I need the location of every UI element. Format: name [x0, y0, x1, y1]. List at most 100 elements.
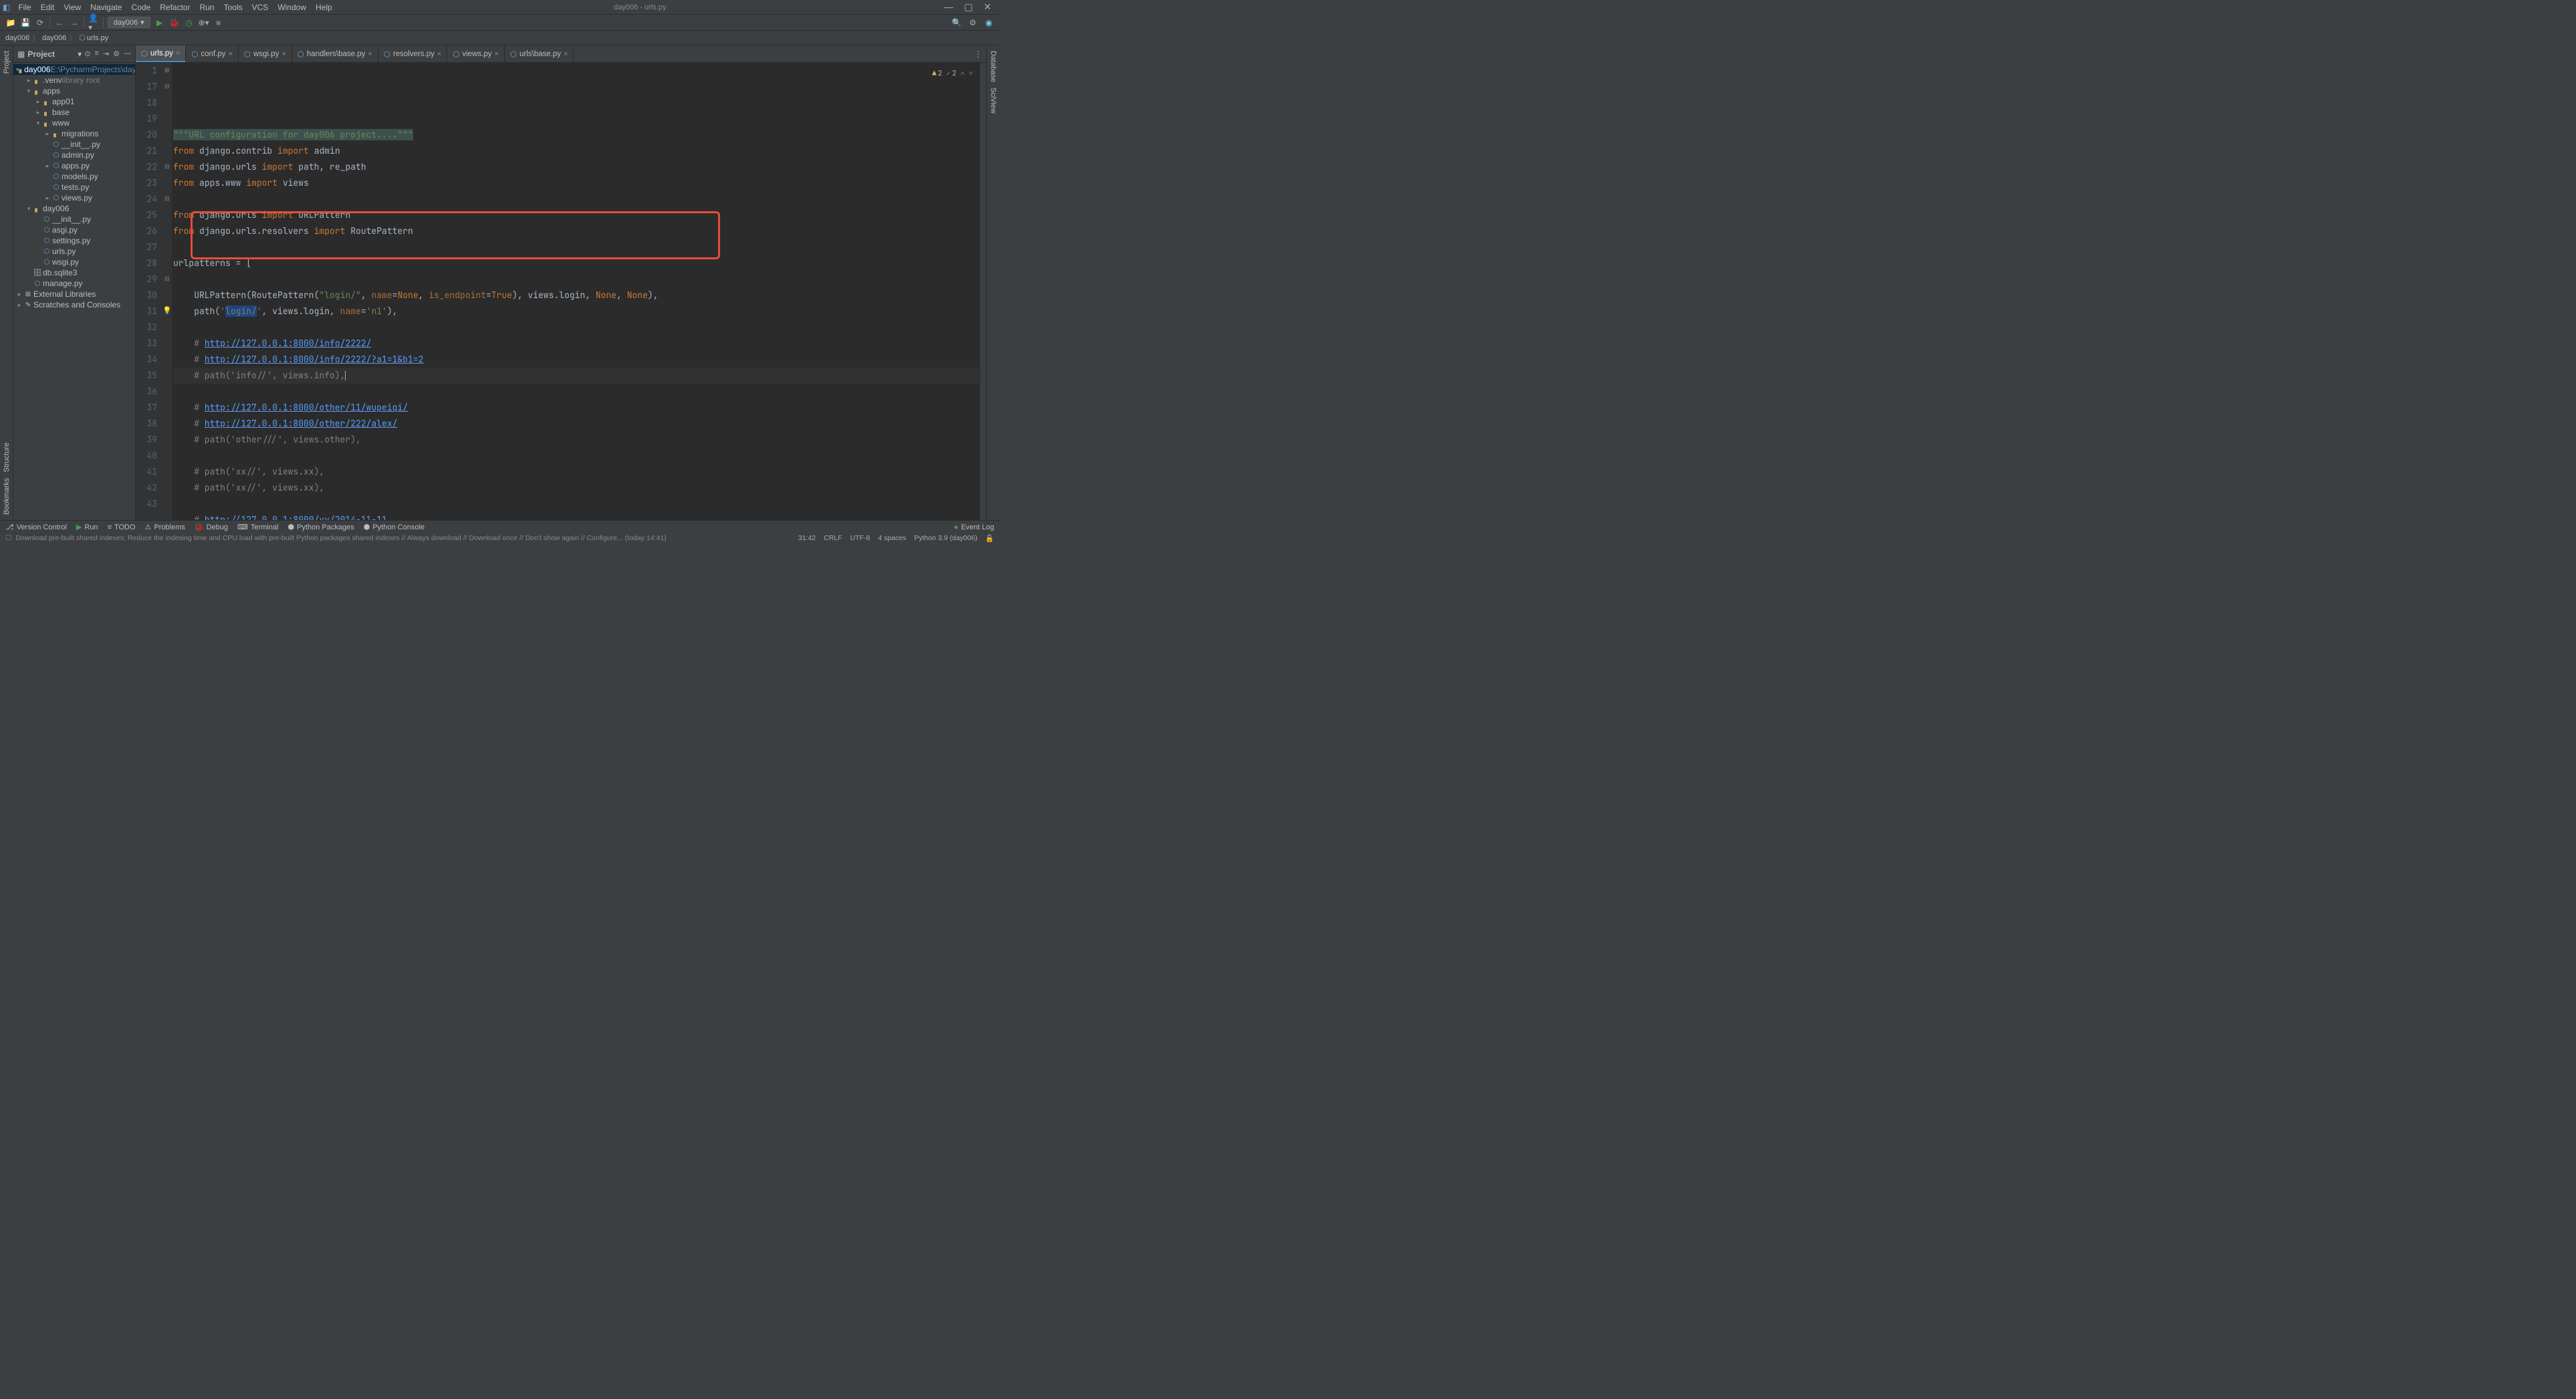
tree-item[interactable]: ▾▖apps	[13, 86, 135, 96]
open-icon[interactable]: 📁	[5, 17, 16, 28]
close-tab-icon[interactable]: ×	[176, 49, 180, 57]
project-tree[interactable]: ▾▖day006 E:\PycharmProjects\day00▸▖.venv…	[13, 63, 135, 520]
close-tab-icon[interactable]: ×	[437, 50, 441, 58]
tool-sciview[interactable]: SciView	[989, 85, 998, 116]
close-icon[interactable]: ✕	[983, 1, 991, 13]
gear-icon[interactable]: ⚙	[113, 49, 120, 58]
menu-help[interactable]: Help	[312, 1, 336, 13]
status-line-sep[interactable]: CRLF	[824, 534, 842, 542]
menu-window[interactable]: Window	[273, 1, 310, 13]
stop-icon[interactable]: ■	[213, 17, 224, 28]
breadcrumb[interactable]: day006 〉 day006 〉 ⬡ urls.py	[0, 31, 1000, 45]
tool-debug[interactable]: 🐞Debug	[195, 523, 228, 531]
tree-item[interactable]: ▸▖migrations	[13, 128, 135, 139]
tool-version-control[interactable]: ⎇Version Control	[5, 523, 67, 531]
tree-item[interactable]: ▾▖www	[13, 118, 135, 128]
menu-edit[interactable]: Edit	[37, 1, 59, 13]
maximize-icon[interactable]: ▢	[964, 1, 973, 13]
menu-file[interactable]: File	[14, 1, 35, 13]
tree-item[interactable]: ⬡asgi.py	[13, 225, 135, 235]
run-icon[interactable]: ▶	[154, 17, 165, 28]
menu-code[interactable]: Code	[128, 1, 155, 13]
tool-bookmarks[interactable]: Bookmarks	[3, 475, 11, 517]
breadcrumb-item[interactable]: day006	[42, 34, 66, 42]
tree-item[interactable]: ▸▖base	[13, 107, 135, 118]
inspections-widget[interactable]: 2 2 ˄ ˅	[932, 66, 973, 82]
collapse-icon[interactable]: ⇥	[103, 49, 109, 58]
tool-python-console[interactable]: ⬢Python Console	[364, 523, 425, 531]
tree-item[interactable]: ⬡tests.py	[13, 182, 135, 193]
tree-item[interactable]: ⬡settings.py	[13, 235, 135, 246]
editor-tab[interactable]: ⬡views.py×	[447, 45, 505, 62]
editor-tab[interactable]: ⬡conf.py×	[186, 45, 239, 62]
scrollbar[interactable]	[979, 63, 986, 520]
close-tab-icon[interactable]: ×	[494, 50, 498, 58]
status-caret-pos[interactable]: 31:42	[798, 534, 816, 542]
tree-item[interactable]: ▸⬡apps.py	[13, 160, 135, 171]
select-opened-icon[interactable]: ⊙	[84, 49, 90, 58]
status-encoding[interactable]: UTF-8	[850, 534, 870, 542]
close-tab-icon[interactable]: ×	[281, 50, 285, 58]
menu-view[interactable]: View	[60, 1, 85, 13]
chevron-down-icon[interactable]: ▾	[78, 49, 82, 59]
breadcrumb-item[interactable]: day006	[5, 34, 29, 42]
tree-item[interactable]: ⬡manage.py	[13, 278, 135, 289]
editor-tab[interactable]: ⬡handlers\base.py×	[292, 45, 378, 62]
editor-tab[interactable]: ⬡wsgi.py×	[239, 45, 292, 62]
main-menu[interactable]: File Edit View Navigate Code Refactor Ru…	[14, 1, 336, 13]
editor-tab[interactable]: ⬡urls.py×	[136, 45, 186, 62]
expand-icon[interactable]: ≡	[94, 49, 98, 58]
code-area[interactable]: 2 2 ˄ ˅ """URL configuration for day006 …	[172, 63, 979, 520]
tree-item[interactable]: ⬡urls.py	[13, 246, 135, 257]
menu-vcs[interactable]: VCS	[248, 1, 273, 13]
search-icon[interactable]: 🔍	[951, 17, 962, 28]
tabs-more-icon[interactable]: ⋮	[974, 49, 982, 59]
close-tab-icon[interactable]: ×	[564, 50, 568, 58]
tree-item[interactable]: ⬡__init__.py	[13, 139, 135, 150]
tree-item[interactable]: ▾▖day006 E:\PycharmProjects\day00	[13, 64, 135, 75]
run-config-selector[interactable]: day006 ▾	[108, 17, 150, 28]
tool-python-packages[interactable]: ⬢Python Packages	[288, 523, 354, 531]
coverage-icon[interactable]: ◷	[184, 17, 195, 28]
tree-item[interactable]: ▸▖app01	[13, 96, 135, 107]
menu-navigate[interactable]: Navigate	[86, 1, 126, 13]
tree-item[interactable]: ▸⊞External Libraries	[13, 289, 135, 299]
tool-database[interactable]: Database	[989, 48, 998, 85]
status-lock-icon[interactable]: 🔓	[985, 534, 994, 543]
debug-icon[interactable]: 🐞	[169, 17, 180, 28]
close-tab-icon[interactable]: ×	[228, 50, 232, 58]
tree-item[interactable]: ▸⬡views.py	[13, 193, 135, 203]
breadcrumb-item[interactable]: urls.py	[87, 34, 108, 42]
status-indent[interactable]: 4 spaces	[878, 534, 906, 542]
chevron-up-icon[interactable]: ˄	[961, 66, 965, 82]
tool-problems[interactable]: ⚠Problems	[145, 523, 185, 531]
tree-item[interactable]: 🗄db.sqlite3	[13, 267, 135, 278]
status-icon[interactable]: ☐	[5, 534, 11, 542]
chevron-down-icon[interactable]: ˅	[969, 66, 973, 82]
save-icon[interactable]: 💾	[20, 17, 31, 28]
ok-count[interactable]: 2	[946, 66, 956, 82]
status-interpreter[interactable]: Python 3.9 (day006)	[914, 534, 977, 542]
nav-icon[interactable]: 👤▾	[88, 17, 99, 28]
intention-bulb-icon[interactable]: 💡	[162, 306, 172, 315]
tree-item[interactable]: ⬡__init__.py	[13, 214, 135, 225]
tool-structure[interactable]: Structure	[3, 440, 11, 475]
tree-item[interactable]: ⬡admin.py	[13, 150, 135, 160]
tree-item[interactable]: ⬡models.py	[13, 171, 135, 182]
forward-icon[interactable]: →	[69, 17, 80, 28]
back-icon[interactable]: ←	[54, 17, 65, 28]
profile-icon[interactable]: ⊕▾	[199, 17, 209, 28]
tree-item[interactable]: ▸▖.venv library root	[13, 75, 135, 86]
sync-icon[interactable]: ⟳	[35, 17, 45, 28]
menu-tools[interactable]: Tools	[220, 1, 247, 13]
close-tab-icon[interactable]: ×	[368, 50, 372, 58]
tool-todo[interactable]: ≡TODO	[108, 523, 136, 531]
tree-item[interactable]: ▸✎Scratches and Consoles	[13, 299, 135, 310]
editor[interactable]: 1171819202122232425262728293031323334353…	[136, 63, 986, 520]
editor-tab[interactable]: ⬡urls\base.py×	[505, 45, 574, 62]
menu-refactor[interactable]: Refactor	[156, 1, 194, 13]
menu-run[interactable]: Run	[196, 1, 219, 13]
ide-icon[interactable]: ◉	[983, 17, 994, 28]
tool-run[interactable]: ▶Run	[76, 523, 98, 531]
settings-icon[interactable]: ⚙	[967, 17, 978, 28]
